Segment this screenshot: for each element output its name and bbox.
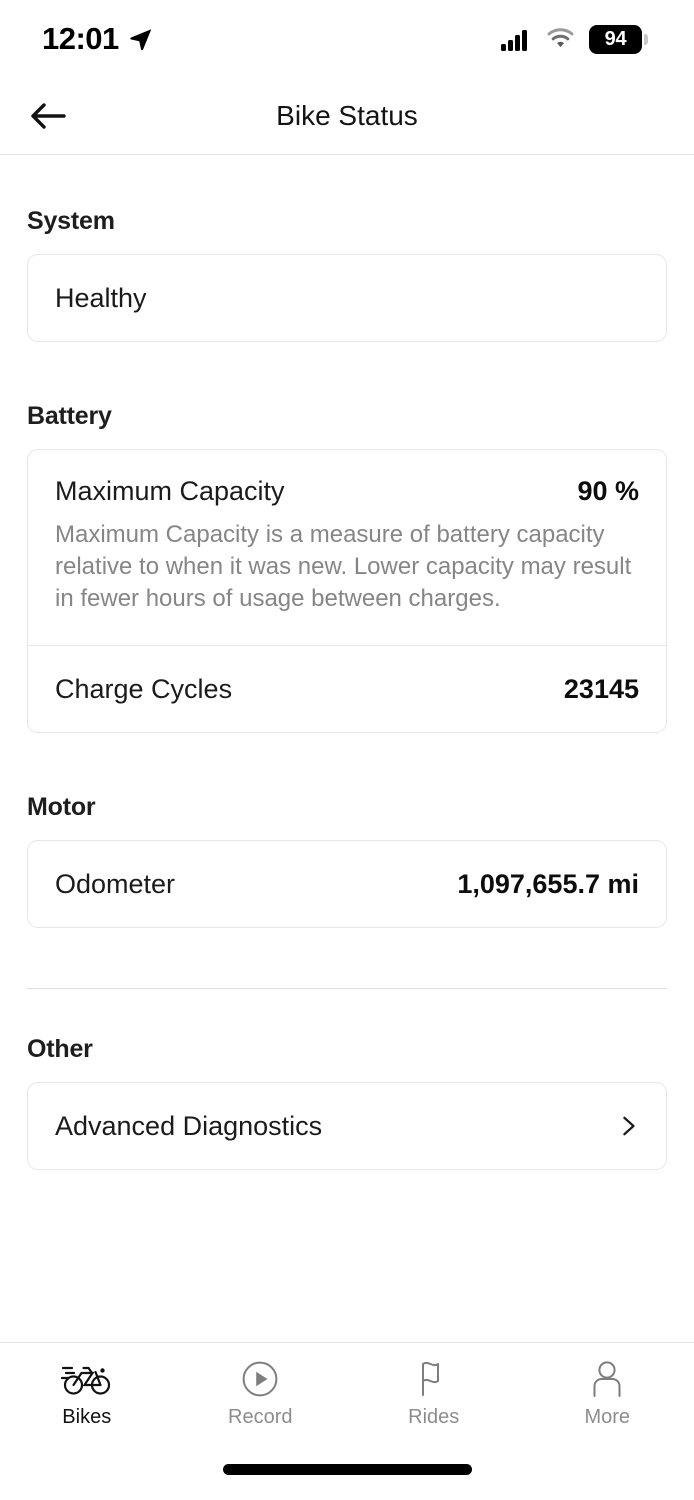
max-capacity-description: Maximum Capacity is a measure of battery… <box>55 521 632 613</box>
flag-icon <box>415 1359 453 1399</box>
charge-cycles-row: Charge Cycles 23145 <box>28 646 666 732</box>
battery-indicator: 94 <box>589 24 648 54</box>
section-title-other: Other <box>27 1035 93 1064</box>
section-system: System Healthy <box>27 207 667 342</box>
tab-label-record: Record <box>228 1405 293 1428</box>
system-card: Healthy <box>27 254 667 342</box>
battery-card: Maximum Capacity 90 % Maximum Capacity i… <box>27 449 667 734</box>
odometer-value: 1,097,655.7 mi <box>457 868 639 899</box>
odometer-label: Odometer <box>55 868 176 899</box>
status-bar-left: 12:01 <box>42 21 154 57</box>
tab-label-bikes: Bikes <box>62 1405 112 1428</box>
person-icon <box>589 1359 625 1399</box>
back-button[interactable] <box>20 88 76 144</box>
tab-more[interactable]: More <box>521 1343 694 1438</box>
status-bar: 12:01 94 <box>0 0 694 78</box>
app-screen: 12:01 94 Bike Status System Healthy Batt… <box>0 0 694 1500</box>
system-status-row: Healthy <box>28 255 666 341</box>
chevron-right-icon <box>623 1117 635 1136</box>
advanced-diagnostics-row[interactable]: Advanced Diagnostics <box>28 1083 666 1169</box>
location-arrow-icon <box>130 29 152 51</box>
main-content: System Healthy Battery Maximum Capacity … <box>0 155 694 1342</box>
system-status-label: Healthy <box>55 282 147 313</box>
bicycle-icon <box>60 1359 113 1399</box>
battery-nub <box>644 33 648 45</box>
tab-bikes[interactable]: Bikes <box>0 1343 174 1438</box>
cellular-bars-icon <box>501 30 527 51</box>
charge-cycles-value: 23145 <box>563 673 639 704</box>
back-arrow-icon <box>31 103 66 129</box>
battery-level-label: 94 <box>604 27 627 50</box>
section-other: Other Advanced Diagnostics <box>27 1035 667 1171</box>
max-capacity-label: Maximum Capacity <box>55 476 285 506</box>
home-indicator-area <box>0 1438 694 1500</box>
section-battery: Battery Maximum Capacity 90 % Maximum Ca… <box>27 402 667 734</box>
motor-card: Odometer 1,097,655.7 mi <box>27 840 667 929</box>
advanced-diagnostics-label: Advanced Diagnostics <box>55 1110 323 1141</box>
wifi-icon <box>547 28 574 48</box>
section-title-motor: Motor <box>27 793 96 822</box>
tab-label-more: More <box>584 1405 631 1428</box>
tab-record[interactable]: Record <box>174 1343 348 1438</box>
max-capacity-value: 90 % <box>577 476 639 506</box>
play-circle-icon <box>241 1359 279 1399</box>
section-motor: Motor Odometer 1,097,655.7 mi <box>27 793 667 929</box>
status-bar-right: 94 <box>501 24 648 54</box>
page-header: Bike Status <box>0 78 694 155</box>
status-bar-time: 12:01 <box>42 21 119 56</box>
max-capacity-row: Maximum Capacity 90 % Maximum Capacity i… <box>28 450 666 645</box>
page-title: Bike Status <box>276 100 418 131</box>
section-title-system: System <box>27 207 115 235</box>
other-card: Advanced Diagnostics <box>27 1082 667 1171</box>
tab-label-rides: Rides <box>408 1405 460 1428</box>
home-indicator[interactable] <box>222 1463 472 1475</box>
max-capacity-head: Maximum Capacity 90 % <box>55 476 639 507</box>
section-title-battery: Battery <box>27 402 112 430</box>
bottom-tab-bar: Bikes Record Rides More <box>0 1342 694 1438</box>
battery-body: 94 <box>589 24 642 54</box>
charge-cycles-label: Charge Cycles <box>55 673 233 704</box>
tab-rides[interactable]: Rides <box>347 1343 521 1438</box>
odometer-row: Odometer 1,097,655.7 mi <box>28 841 666 927</box>
